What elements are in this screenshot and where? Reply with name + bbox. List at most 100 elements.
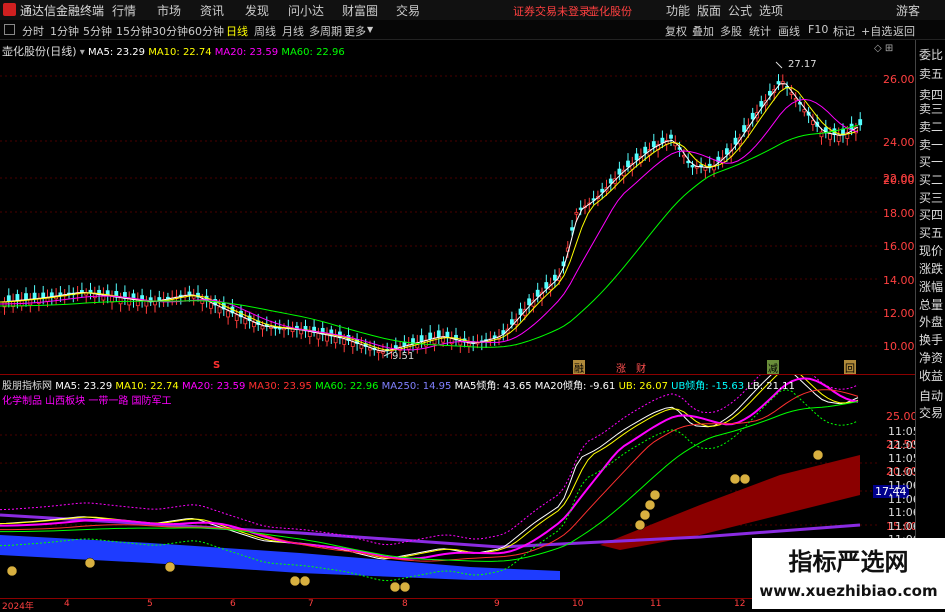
- menu-options[interactable]: 选项: [759, 2, 783, 19]
- candle-body: [32, 292, 37, 300]
- back-button[interactable]: 返回: [893, 23, 915, 39]
- sidebar-item[interactable]: 卖五: [919, 65, 943, 82]
- menu-item[interactable]: 财富圈: [342, 2, 378, 19]
- candle-body: [617, 168, 622, 175]
- candle-body: [553, 274, 557, 281]
- sidebar-item[interactable]: 自动: [919, 387, 943, 404]
- menu-item[interactable]: 行情: [112, 2, 136, 19]
- candle-body: [80, 290, 84, 293]
- draw-button[interactable]: 画线: [778, 23, 800, 39]
- date-tick: 4: [64, 599, 70, 609]
- candle-body: [226, 310, 231, 318]
- sidebar-item[interactable]: 涨幅: [919, 278, 943, 295]
- sidebar-item[interactable]: 买五: [919, 224, 943, 241]
- high-pointer: [775, 61, 783, 69]
- candle-body: [858, 119, 863, 126]
- sidebar-item[interactable]: 买一: [919, 153, 943, 170]
- menu-function[interactable]: 功能: [666, 2, 690, 19]
- candle-body: [49, 292, 54, 297]
- legend-lb: LB: 21.11: [747, 381, 795, 392]
- candle-body: [802, 109, 807, 113]
- watermark-url: www.xuezhibiao.com: [759, 582, 938, 600]
- money-bag-icon: [164, 561, 176, 573]
- candle-body: [643, 146, 648, 154]
- multi-stock-button[interactable]: 多股: [720, 23, 742, 39]
- sidebar-item[interactable]: 换手: [919, 331, 943, 348]
- period-button-active[interactable]: 日线: [226, 23, 248, 39]
- restore-rights-button[interactable]: 复权: [665, 23, 687, 39]
- menu-item[interactable]: 市场: [157, 2, 181, 19]
- settings-icon[interactable]: ◇ ⊞: [874, 43, 893, 54]
- sidebar-item[interactable]: 买四: [919, 206, 943, 223]
- period-button[interactable]: 30分钟: [152, 23, 188, 39]
- mark-button[interactable]: 标记: [833, 23, 855, 39]
- legend-ma10: MA10: 22.74: [115, 381, 179, 392]
- sidebar-item[interactable]: 买三: [919, 189, 943, 206]
- period-button[interactable]: 周线: [254, 23, 276, 39]
- login-status[interactable]: 证券交易未登录: [513, 3, 590, 19]
- legend-ma60: MA60: 22.96: [315, 381, 379, 392]
- price-tick: 14.00: [883, 274, 915, 287]
- sidebar-item[interactable]: 现价: [919, 242, 943, 259]
- money-bag-icon: [389, 581, 401, 593]
- sidebar-item[interactable]: 净资: [919, 349, 943, 366]
- statistics-button[interactable]: 统计: [749, 23, 771, 39]
- sidebar-item[interactable]: 卖二: [919, 118, 943, 135]
- candle-body: [251, 322, 256, 328]
- candle-body: [626, 160, 630, 168]
- event-marker[interactable]: 涨: [616, 360, 626, 374]
- sub-ma60-line: [0, 400, 859, 562]
- sidebar-item[interactable]: 收益: [919, 367, 943, 384]
- candlestick-chart[interactable]: [0, 40, 915, 374]
- period-button[interactable]: 多周期: [309, 23, 342, 39]
- sidebar-item[interactable]: 总量: [919, 296, 943, 313]
- title-bar: 通达信金融终端 行情 市场 资讯 发现 问小达 财富圈 交易 证券交易未登录 壶…: [0, 0, 945, 20]
- candle-body: [690, 165, 695, 168]
- period-button[interactable]: 月线: [282, 23, 304, 39]
- sidebar-item[interactable]: 涨跌: [919, 260, 943, 277]
- menu-formula[interactable]: 公式: [728, 2, 752, 19]
- period-button[interactable]: 分时: [22, 23, 44, 39]
- sidebar-item[interactable]: 交易: [919, 404, 943, 421]
- period-button[interactable]: 5分钟: [83, 23, 112, 39]
- period-button[interactable]: 15分钟: [116, 23, 152, 39]
- event-marker[interactable]: 回: [844, 360, 856, 374]
- price-tick: 24.00: [883, 136, 915, 149]
- candle-body: [144, 300, 149, 307]
- legend-ma250: MA250: 14.95: [381, 381, 452, 392]
- menu-item[interactable]: 发现: [245, 2, 269, 19]
- guest-user[interactable]: 游客: [896, 2, 920, 19]
- menu-item[interactable]: 交易: [396, 2, 420, 19]
- menu-item[interactable]: 资讯: [200, 2, 224, 19]
- date-tick: 5: [147, 599, 153, 609]
- menu-item[interactable]: 问小达: [288, 2, 324, 19]
- f10-button[interactable]: F10: [808, 23, 828, 36]
- menu-layout[interactable]: 版面: [697, 2, 721, 19]
- chevron-icon[interactable]: ▾: [80, 47, 85, 58]
- event-marker[interactable]: 减: [767, 360, 779, 374]
- sidebar-item[interactable]: 外盘: [919, 313, 943, 330]
- candle-body: [299, 329, 304, 335]
- watermark-title: 指标严选网: [788, 548, 909, 576]
- date-tick: 10: [572, 599, 584, 609]
- period-button[interactable]: 60分钟: [188, 23, 224, 39]
- overlay-button[interactable]: 叠加: [692, 23, 714, 39]
- more-button[interactable]: 更多: [344, 23, 366, 39]
- event-marker[interactable]: 融: [573, 360, 585, 374]
- low-price-label: 9.51: [392, 351, 415, 362]
- sidebar-item[interactable]: 卖三: [919, 100, 943, 117]
- candle-body: [208, 302, 213, 309]
- candlestick-pane[interactable]: 壶化股份(日线) ▾ MA5: 23.29 MA10: 22.74 MA20: …: [0, 40, 915, 374]
- add-watchlist-button[interactable]: +自选: [861, 23, 892, 39]
- candle-body: [466, 342, 471, 347]
- sidebar-item[interactable]: 买二: [919, 171, 943, 188]
- window-icon[interactable]: [4, 24, 15, 35]
- chevron-down-icon[interactable]: ▼: [367, 25, 373, 34]
- sidebar-item[interactable]: 卖一: [919, 136, 943, 153]
- period-button[interactable]: 1分钟: [50, 23, 79, 39]
- event-marker[interactable]: S: [213, 360, 220, 371]
- sidebar-item[interactable]: 委比: [919, 46, 943, 63]
- candle-body: [307, 331, 312, 337]
- event-marker[interactable]: 财: [636, 360, 646, 374]
- main-chart-header: 壶化股份(日线) ▾ MA5: 23.29 MA10: 22.74 MA20: …: [2, 43, 345, 59]
